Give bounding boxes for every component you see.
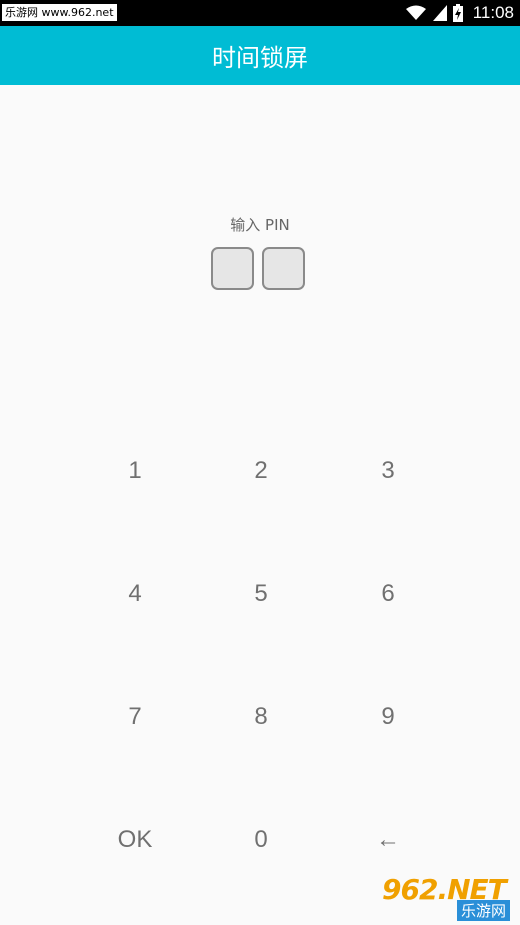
- key-label: 7: [128, 703, 142, 730]
- key-3[interactable]: 3: [325, 410, 451, 532]
- app-title: 时间锁屏: [212, 44, 308, 72]
- pin-digit-box: [262, 247, 305, 290]
- logo-sub: 乐游网: [456, 900, 510, 921]
- lock-screen: 乐游网 www.962.net 11:08 时间锁屏 输入 PIN 1 2 3 …: [0, 0, 520, 925]
- signal-icon: [432, 5, 447, 21]
- key-6[interactable]: 6: [325, 533, 451, 655]
- key-7[interactable]: 7: [72, 656, 198, 778]
- status-icons: 11:08: [405, 0, 514, 26]
- app-bar: 时间锁屏: [0, 26, 520, 85]
- key-label: OK: [117, 826, 153, 853]
- key-4[interactable]: 4: [72, 533, 198, 655]
- key-label: 2: [254, 457, 268, 484]
- key-label: 8: [254, 703, 268, 730]
- key-label: 0: [254, 826, 268, 853]
- key-5[interactable]: 5: [198, 533, 324, 655]
- key-0[interactable]: 0: [198, 779, 324, 901]
- ok-button[interactable]: OK: [72, 779, 198, 901]
- key-label: 5: [254, 580, 268, 607]
- key-label: 6: [381, 580, 395, 607]
- key-9[interactable]: 9: [325, 656, 451, 778]
- battery-charging-icon: [452, 4, 463, 22]
- key-2[interactable]: 2: [198, 410, 324, 532]
- key-8[interactable]: 8: [198, 656, 324, 778]
- status-clock: 11:08: [472, 3, 514, 22]
- key-label: 1: [128, 457, 142, 484]
- key-1[interactable]: 1: [72, 410, 198, 532]
- pin-digit-box: [211, 247, 254, 290]
- pin-indicator: [211, 247, 305, 290]
- key-label: 9: [381, 703, 395, 730]
- key-label: 4: [128, 580, 142, 607]
- watermark-badge: 乐游网 www.962.net: [2, 4, 117, 21]
- key-label: 3: [381, 457, 395, 484]
- site-logo: 962.NET 乐游网: [382, 873, 514, 921]
- wifi-icon: [405, 5, 427, 21]
- status-bar: 乐游网 www.962.net 11:08: [0, 0, 520, 26]
- backspace-icon: ←: [376, 826, 400, 853]
- pin-label: 输入 PIN: [230, 216, 290, 234]
